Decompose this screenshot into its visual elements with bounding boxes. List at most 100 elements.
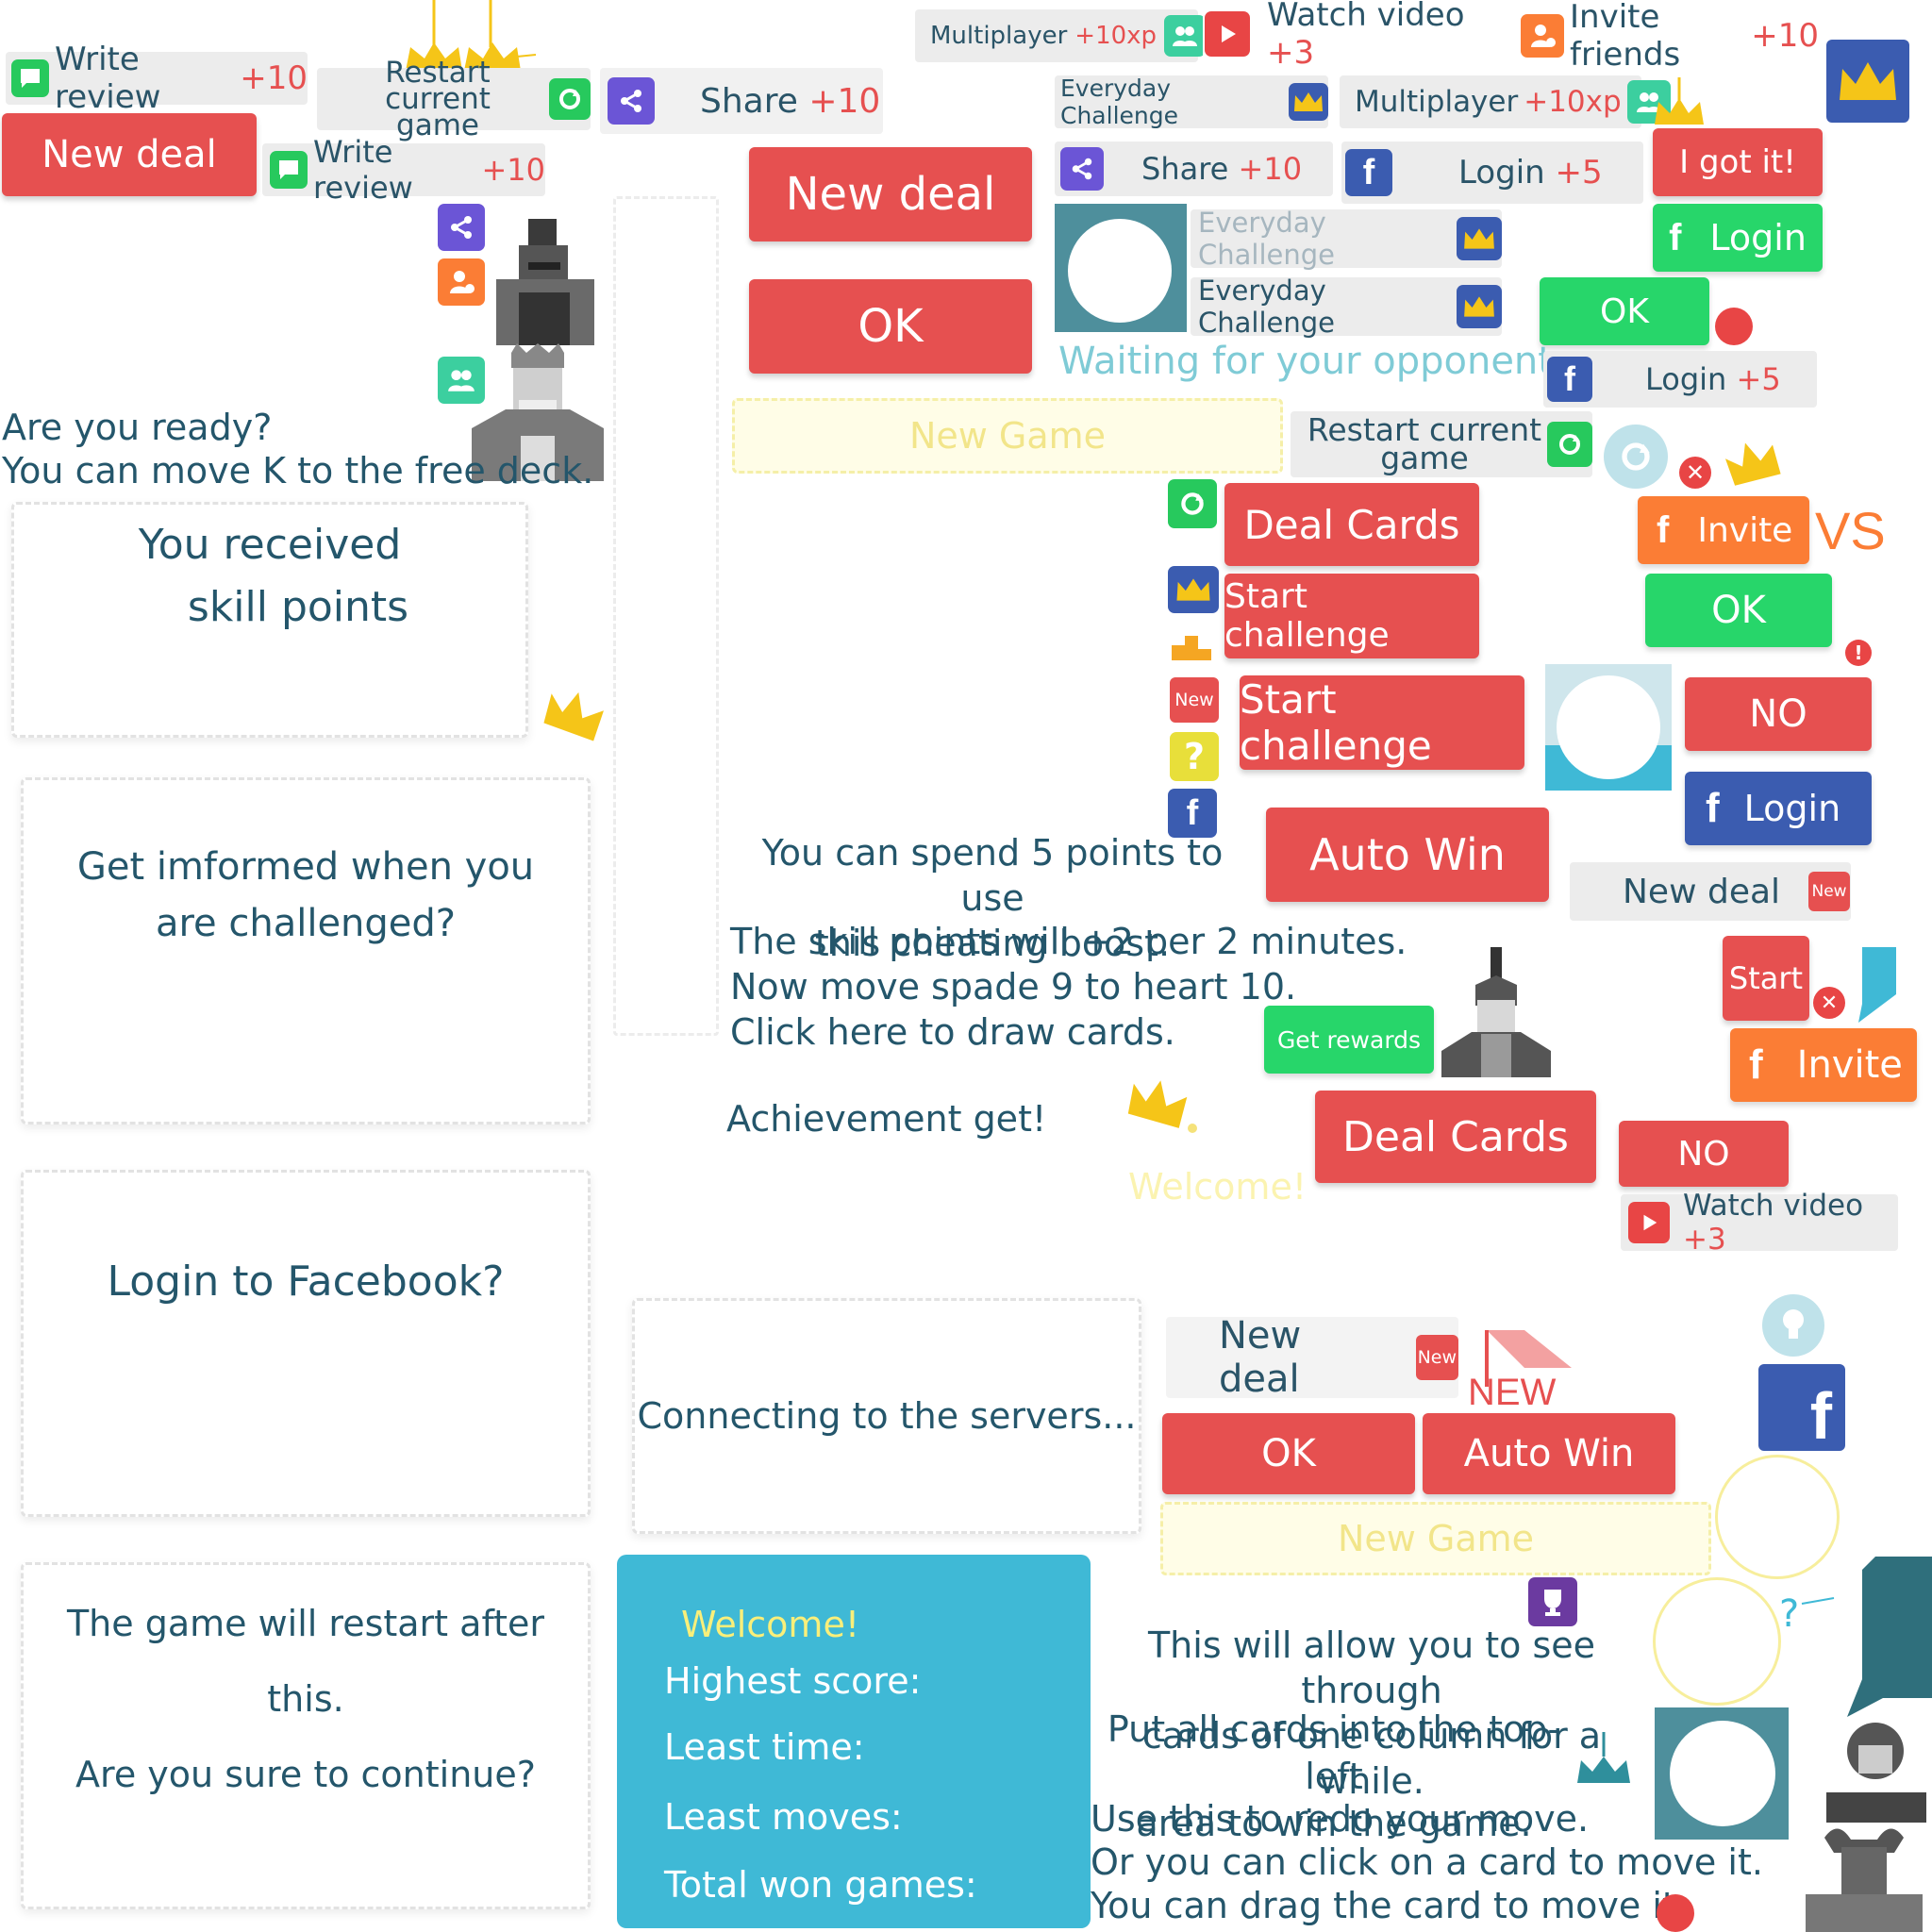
new-deal-label: New deal bbox=[1219, 1314, 1302, 1401]
refresh-icon[interactable] bbox=[1604, 425, 1668, 489]
trophy-icon[interactable] bbox=[1528, 1577, 1577, 1626]
refresh-icon[interactable] bbox=[1168, 479, 1217, 528]
deal-cards-button-2[interactable]: Deal Cards bbox=[1315, 1091, 1596, 1183]
invite-label: Invite bbox=[1697, 510, 1793, 550]
new-deal-pill-2[interactable]: New deal New bbox=[1166, 1314, 1458, 1401]
watch-video-label: Watch video bbox=[1267, 0, 1465, 34]
login-plus: +5 bbox=[1736, 361, 1781, 397]
share-pill[interactable]: Share +10 bbox=[600, 68, 883, 134]
new-deal-label: New deal bbox=[42, 133, 217, 176]
multiplayer-plus: +10xp bbox=[1524, 85, 1622, 119]
no-button[interactable]: NO bbox=[1685, 677, 1872, 751]
bulb-icon[interactable] bbox=[1762, 1294, 1824, 1357]
crown-icon[interactable] bbox=[1168, 566, 1219, 613]
new-game-ghost-button-2[interactable]: New Game bbox=[1160, 1502, 1711, 1575]
circle-outline-2 bbox=[1653, 1577, 1781, 1706]
play-icon bbox=[1205, 11, 1250, 57]
auto-win-button-2[interactable]: Auto Win bbox=[1423, 1413, 1675, 1494]
deal-cards-button[interactable]: Deal Cards bbox=[1224, 483, 1479, 566]
start-challenge-label: Start challenge bbox=[1224, 577, 1390, 655]
share-pill-2[interactable]: Share +10 bbox=[1055, 142, 1333, 196]
monkey-avatar bbox=[1821, 1717, 1932, 1823]
received-line-2: skill points bbox=[187, 583, 409, 631]
new-deal-label: New deal bbox=[785, 168, 996, 221]
multiplayer-pill[interactable]: Multiplayer +10xp bbox=[915, 9, 1207, 62]
everyday-challenge-pill-2[interactable]: Everyday Challenge bbox=[1191, 207, 1502, 271]
get-rewards-label: Get rewards bbox=[1276, 1025, 1422, 1054]
login-green-button[interactable]: f Login bbox=[1653, 204, 1823, 272]
facebook-icon: f bbox=[1547, 357, 1592, 402]
auto-win-button[interactable]: Auto Win bbox=[1266, 808, 1549, 902]
write-review-pill-2[interactable]: Write review +10 bbox=[262, 134, 545, 206]
write-review-pill[interactable]: Write review +10 bbox=[6, 41, 308, 116]
share-icon[interactable] bbox=[438, 204, 485, 251]
no-button-2[interactable]: NO bbox=[1619, 1121, 1789, 1187]
circle-outline bbox=[1715, 1455, 1840, 1579]
knight-avatar bbox=[481, 213, 608, 345]
ok-green-button[interactable]: OK bbox=[1540, 277, 1709, 345]
close-icon[interactable]: ✕ bbox=[1679, 457, 1711, 489]
invite-friends-pill[interactable]: Invite friends +10 bbox=[1517, 0, 1819, 74]
login-blue-button[interactable]: f Login bbox=[1685, 772, 1872, 845]
start-button[interactable]: Start bbox=[1723, 936, 1809, 1021]
avatar-frame-2 bbox=[1545, 664, 1672, 791]
podium-icon bbox=[1170, 632, 1213, 660]
watch-video-pill[interactable]: Watch video +3 bbox=[1203, 0, 1500, 72]
start-challenge-button[interactable]: Start challenge bbox=[1224, 574, 1479, 658]
share-icon bbox=[1060, 147, 1104, 191]
new-deal-button[interactable]: New deal bbox=[2, 113, 257, 196]
avatar-frame-3 bbox=[1655, 1707, 1789, 1840]
close-icon[interactable]: ✕ bbox=[1813, 987, 1845, 1019]
refresh-icon bbox=[549, 78, 591, 120]
refresh-icon bbox=[1547, 422, 1592, 467]
new-ribbon-badge: NEW bbox=[1468, 1330, 1581, 1413]
login-pill[interactable]: f Login +5 bbox=[1341, 142, 1643, 204]
new-tag: New bbox=[1808, 872, 1851, 911]
restart-current-game-pill[interactable]: Restart current game bbox=[317, 58, 591, 141]
share-plus: +10 bbox=[808, 81, 881, 121]
write-review-label: Write review bbox=[313, 134, 413, 206]
i-got-it-button[interactable]: I got it! bbox=[1653, 128, 1823, 196]
invite-orange-button-2[interactable]: f Invite bbox=[1730, 1028, 1917, 1102]
everyday-challenge-pill[interactable]: Everyday Challenge bbox=[1055, 75, 1328, 129]
restart-label-2: game bbox=[1380, 440, 1469, 476]
facebook-icon: f bbox=[1657, 508, 1670, 551]
share-plus: +10 bbox=[1238, 151, 1303, 187]
click-draw-text[interactable]: Click here to draw cards. bbox=[730, 1011, 1175, 1053]
crown-light-icon bbox=[1651, 77, 1707, 128]
ok-label: OK bbox=[1261, 1432, 1316, 1475]
login-fb-text: Login to Facebook? bbox=[107, 1257, 505, 1306]
add-user-icon[interactable] bbox=[438, 258, 485, 306]
restart-current-game-pill-2[interactable]: Restart current game bbox=[1291, 411, 1592, 477]
ok-button-2[interactable]: OK bbox=[1162, 1413, 1415, 1494]
facebook-icon[interactable]: f bbox=[1168, 789, 1217, 838]
spend-line-1: You can spend 5 points to use bbox=[761, 832, 1224, 919]
everyday-challenge-pill-3[interactable]: Everyday Challenge bbox=[1191, 275, 1502, 339]
watch-video-pill-2[interactable]: Watch video +3 bbox=[1621, 1189, 1898, 1257]
get-rewards-button[interactable]: Get rewards bbox=[1264, 1006, 1434, 1074]
facebook-icon[interactable]: f bbox=[1758, 1364, 1845, 1451]
invite-orange-button[interactable]: f Invite bbox=[1638, 496, 1809, 564]
ok-label: OK bbox=[1600, 291, 1649, 331]
question-icon[interactable]: ? bbox=[1170, 732, 1219, 781]
add-user-icon bbox=[1521, 14, 1564, 58]
drag-card-text: You can drag the card to move it. bbox=[1091, 1885, 1688, 1926]
bull-avatar bbox=[1796, 1819, 1932, 1932]
welcome-ghost-text: Welcome! bbox=[1128, 1166, 1307, 1208]
multiplayer-pill-2[interactable]: Multiplayer +10xp bbox=[1340, 75, 1671, 128]
login-pill-2[interactable]: f Login +5 bbox=[1543, 351, 1817, 408]
everyday-label: Everyday Challenge bbox=[1060, 75, 1178, 129]
start-challenge-button-2[interactable]: Start challenge bbox=[1240, 675, 1524, 770]
new-deal-button-2[interactable]: New deal bbox=[749, 147, 1032, 242]
crown-tilted-icon bbox=[1123, 1075, 1198, 1136]
ok-button[interactable]: OK bbox=[749, 279, 1032, 374]
multiplayer-plus: +10xp bbox=[1074, 22, 1158, 50]
see-line-1: This will allow you to see through bbox=[1147, 1624, 1596, 1711]
speech-bubble-shape bbox=[1838, 1557, 1932, 1717]
new-game-ghost-button[interactable]: New Game bbox=[732, 398, 1283, 474]
auto-win-label: Auto Win bbox=[1463, 1432, 1635, 1475]
new-deal-pill[interactable]: New deal New bbox=[1570, 862, 1851, 921]
login-label: Login bbox=[1709, 217, 1807, 258]
play-icon bbox=[1628, 1202, 1670, 1243]
ok-green-button-2[interactable]: OK bbox=[1645, 574, 1832, 647]
